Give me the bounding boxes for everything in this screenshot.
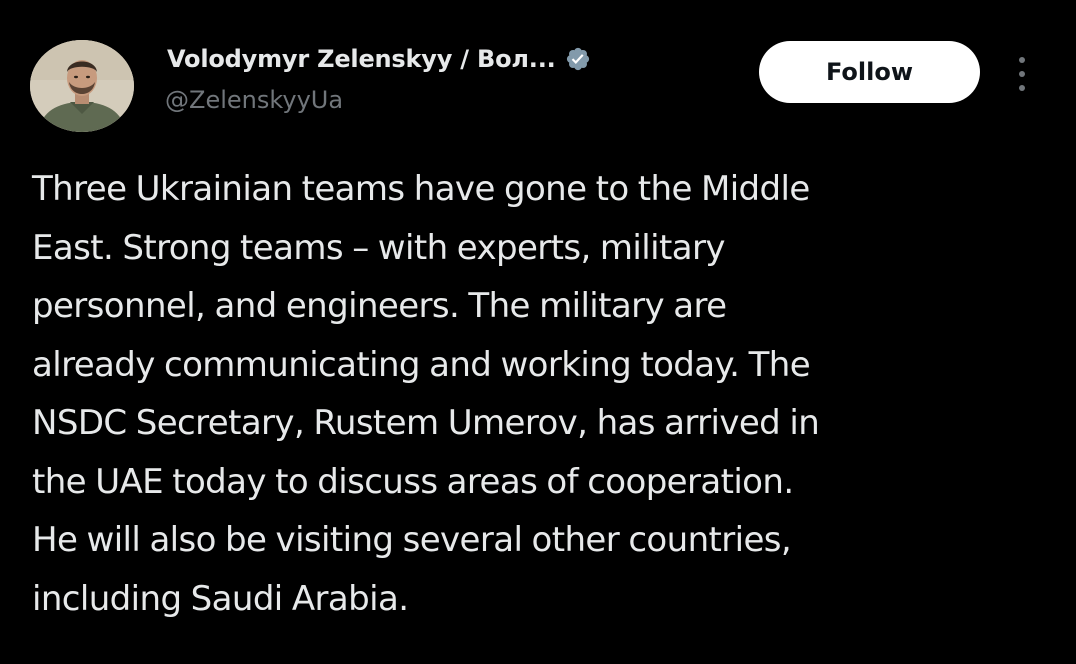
tweet-text-line: He will also be visiting several other c… — [32, 520, 792, 560]
tweet-text-line: the UAE today to discuss areas of cooper… — [32, 461, 794, 502]
author-handle[interactable]: @ZelenskyyUa — [165, 86, 343, 114]
avatar[interactable] — [30, 40, 134, 132]
tweet-text-line: East. Strong teams – with experts, milit… — [32, 227, 725, 268]
verified-badge-icon[interactable] — [565, 46, 591, 72]
more-vertical-icon[interactable] — [1014, 54, 1030, 94]
tweet-card: Volodymyr Zelenskyy / Вол... @ZelenskyyU… — [0, 0, 1076, 664]
tweet-text-line: NSDC Secretary, Rustem Umerov, has arriv… — [32, 403, 820, 443]
author-name-row: Volodymyr Zelenskyy / Вол... — [167, 42, 591, 76]
tweet-text: Three Ukrainian teams have gone to the M… — [32, 160, 1042, 628]
author-display-name[interactable]: Volodymyr Zelenskyy / Вол... — [167, 45, 556, 73]
tweet-text-line: Three Ukrainian teams have gone to the M… — [32, 169, 810, 209]
tweet-text-line: already communicating and working today.… — [32, 344, 811, 385]
avatar-photo — [30, 40, 134, 132]
tweet-text-line: personnel, and engineers. The military a… — [32, 286, 727, 326]
tweet-text-line: including Saudi Arabia. — [32, 578, 409, 619]
follow-button[interactable]: Follow — [759, 41, 980, 103]
